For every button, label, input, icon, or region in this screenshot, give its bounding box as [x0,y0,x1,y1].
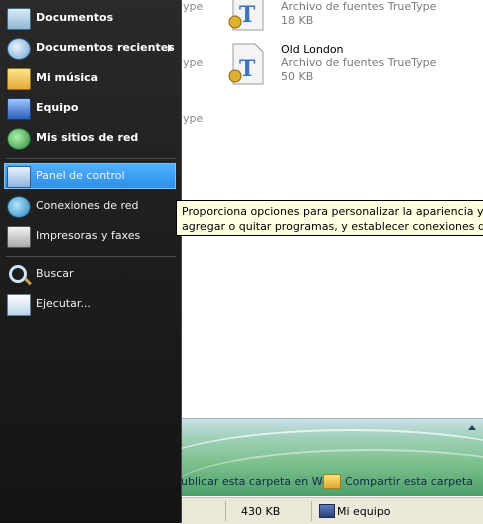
menu-item-label: Conexiones de red [36,199,139,212]
search-icon [9,265,27,283]
status-bar: 430 KB Mi equipo [181,497,483,524]
file-item[interactable]: T Old London Archivo de fuentes TrueType… [225,42,475,88]
menu-separator [6,158,176,159]
menu-item-printers[interactable]: Impresoras y faxes [0,222,181,250]
tooltip-line: Proporciona opciones para personalizar l… [182,205,483,218]
font-file-icon: T [228,43,264,85]
printers-icon [7,226,31,248]
share-folder-link[interactable]: Compartir esta carpeta [345,475,473,488]
menu-item-control-panel[interactable]: Panel de control [0,162,181,190]
svg-text:T: T [239,2,256,28]
partial-file-type: ype [183,56,204,69]
status-size: 430 KB [241,505,281,518]
partial-file-type: ype [183,0,204,13]
my-music-icon [7,68,31,90]
network-places-icon [7,128,31,150]
tooltip: Proporciona opciones para personalizar l… [176,200,483,236]
file-type: Archivo de fuentes TrueType [281,56,437,69]
menu-item-label: Buscar [36,267,74,280]
explorer-window: ype ype ype T Archivo de fuentes TrueTyp… [181,0,483,524]
run-icon [7,294,31,316]
computer-icon [319,504,335,518]
menu-item-network-places[interactable]: Mis sitios de red [0,124,181,152]
start-menu-panel: Documentos Documentos recientes Mi músic… [0,0,182,523]
partial-file-type: ype [183,112,204,125]
file-type: Archivo de fuentes TrueType [281,0,437,13]
menu-item-run[interactable]: Ejecutar... [0,290,181,318]
menu-item-label: Mis sitios de red [36,131,139,144]
publish-folder-link[interactable]: ublicar esta carpeta en Web [181,475,336,488]
documents-icon [7,8,31,30]
menu-item-label: Documentos recientes [36,41,175,54]
menu-item-label: Documentos [36,11,114,24]
submenu-arrow-icon [168,44,173,52]
font-file-icon: T [228,0,264,31]
network-connections-icon [7,196,31,218]
file-item[interactable]: T Archivo de fuentes TrueType 18 KB [225,0,475,34]
svg-text:T: T [239,56,256,82]
file-name: Old London [281,43,344,56]
computer-icon [7,98,31,120]
menu-item-recent-documents[interactable]: Documentos recientes [0,34,181,62]
menu-item-label: Mi música [36,71,99,84]
menu-item-computer[interactable]: Equipo [0,94,181,122]
share-folder-icon [323,474,341,489]
menu-item-label: Ejecutar... [36,297,91,310]
tooltip-line: agregar o quitar programas, y establecer… [182,220,483,233]
status-location: Mi equipo [337,505,391,518]
menu-item-label: Panel de control [36,169,125,182]
menu-item-documents[interactable]: Documentos [0,4,181,32]
menu-item-search[interactable]: Buscar [0,260,181,288]
file-size: 50 KB [281,70,314,83]
menu-item-my-music[interactable]: Mi música [0,64,181,92]
task-panel: ublicar esta carpeta en Web Compartir es… [181,418,483,496]
control-panel-icon [7,166,31,188]
menu-item-label: Equipo [36,101,79,114]
recent-documents-icon [7,38,31,60]
menu-separator [6,256,176,257]
file-size: 18 KB [281,14,314,27]
menu-item-network-connections[interactable]: Conexiones de red [0,192,181,220]
menu-item-label: Impresoras y faxes [36,229,141,242]
